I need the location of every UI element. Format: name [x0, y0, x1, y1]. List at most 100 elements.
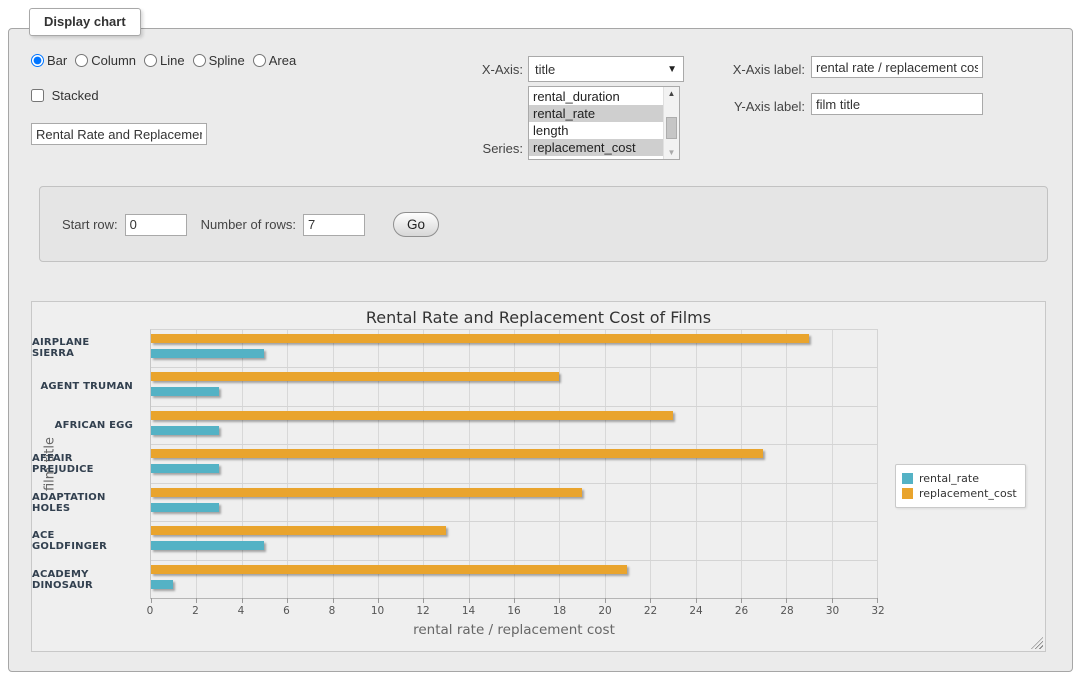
- bar-replacement_cost: [151, 526, 446, 535]
- series-option-replacement_cost[interactable]: replacement_cost: [529, 139, 663, 156]
- category-label: AFRICAN EGG: [32, 406, 142, 445]
- bar-group: [151, 445, 877, 483]
- x-tick-label: 8: [329, 605, 336, 617]
- chart-title: Rental Rate and Replacement Cost of Film…: [32, 308, 1045, 327]
- bar-rental_rate: [151, 580, 173, 589]
- x-tick-label: 6: [283, 605, 290, 617]
- y-axis-label-label: Y-Axis label:: [707, 99, 805, 114]
- series-option-rental_duration[interactable]: rental_duration: [529, 88, 663, 105]
- tick-mark: [605, 598, 606, 603]
- legend-item-rental_rate[interactable]: rental_rate: [902, 472, 1017, 485]
- series-listbox[interactable]: rental_durationrental_ratelengthreplacem…: [528, 86, 680, 160]
- x-tick-label: 14: [462, 605, 475, 617]
- bar-group: [151, 330, 877, 368]
- tick-mark: [378, 598, 379, 603]
- series-listbox-options: rental_durationrental_ratelengthreplacem…: [529, 87, 663, 159]
- category-label: AFFAIR PREJUDICE: [32, 445, 142, 484]
- bar-group: [151, 561, 877, 598]
- chart-type-area[interactable]: Area: [253, 53, 296, 68]
- scrollbar-thumb[interactable]: [666, 117, 677, 139]
- bar-replacement_cost: [151, 372, 559, 381]
- x-tick-label: 16: [507, 605, 520, 617]
- category-label: ADAPTATION HOLES: [32, 483, 142, 522]
- chart-type-radio-bar[interactable]: [31, 54, 44, 67]
- x-axis-label-input[interactable]: [811, 56, 983, 78]
- tick-mark: [151, 598, 152, 603]
- x-tick-label: 22: [644, 605, 657, 617]
- chart-type-group: Bar Column Line Spline Area: [31, 53, 304, 68]
- stacked-option: Stacked: [31, 88, 99, 103]
- x-tick-label: 2: [192, 605, 199, 617]
- tick-mark: [696, 598, 697, 603]
- scroll-up-icon[interactable]: ▲: [664, 89, 679, 98]
- bar-group: [151, 522, 877, 560]
- x-tick-label: 12: [416, 605, 429, 617]
- page: Display chart Bar Column Line Spline Area St…: [0, 0, 1081, 681]
- x-tick-label: 32: [871, 605, 884, 617]
- x-tick-label: 4: [238, 605, 245, 617]
- row-controls: Start row: Number of rows: Go: [62, 212, 439, 237]
- tick-mark: [877, 598, 878, 603]
- x-tick-label: 20: [598, 605, 611, 617]
- chevron-down-icon: ▼: [667, 64, 677, 75]
- chart-type-radio-column[interactable]: [75, 54, 88, 67]
- bar-rows: [151, 330, 877, 598]
- tick-mark: [786, 598, 787, 603]
- x-tick-label: 10: [371, 605, 384, 617]
- chart-type-spline[interactable]: Spline: [193, 53, 245, 68]
- x-axis-select-label: X-Axis:: [435, 62, 523, 77]
- tick-mark: [832, 598, 833, 603]
- number-of-rows-input[interactable]: [303, 214, 365, 236]
- tick-mark: [514, 598, 515, 603]
- tick-mark: [650, 598, 651, 603]
- series-label: Series:: [435, 141, 523, 156]
- bar-group: [151, 484, 877, 522]
- stacked-label[interactable]: Stacked: [31, 88, 99, 103]
- y-axis-label-input[interactable]: [811, 93, 983, 115]
- chart-type-radio-spline[interactable]: [193, 54, 206, 67]
- stacked-checkbox[interactable]: [31, 89, 44, 102]
- chart-type-radio-area[interactable]: [253, 54, 266, 67]
- scroll-down-icon[interactable]: ▼: [664, 148, 679, 157]
- tick-mark: [559, 598, 560, 603]
- tick-mark: [333, 598, 334, 603]
- go-button[interactable]: Go: [393, 212, 439, 237]
- x-axis-selected-value: title: [535, 62, 555, 77]
- tick-mark: [196, 598, 197, 603]
- bar-replacement_cost: [151, 411, 673, 420]
- bar-group: [151, 368, 877, 406]
- bar-rental_rate: [151, 503, 219, 512]
- x-axis-tick-labels: 02468101214161820222426283032: [150, 605, 878, 619]
- x-tick-label: 26: [735, 605, 748, 617]
- series-option-length[interactable]: length: [529, 122, 663, 139]
- category-label: AGENT TRUMAN: [32, 368, 142, 407]
- number-of-rows-label: Number of rows:: [201, 217, 296, 232]
- fieldset-legend: Display chart: [29, 8, 141, 36]
- legend-swatch: [902, 488, 913, 499]
- chart-type-bar[interactable]: Bar: [31, 53, 67, 68]
- legend-label: rental_rate: [919, 472, 979, 485]
- x-axis-select[interactable]: title ▼: [528, 56, 684, 82]
- display-chart-fieldset: Display chart BarColumnLineSplineArea St…: [8, 28, 1073, 672]
- bar-rental_rate: [151, 541, 264, 550]
- legend-item-replacement_cost[interactable]: replacement_cost: [902, 487, 1017, 500]
- resize-grip-icon[interactable]: [1031, 637, 1043, 649]
- tick-mark: [287, 598, 288, 603]
- bar-replacement_cost: [151, 449, 763, 458]
- chart-type-column[interactable]: Column: [75, 53, 136, 68]
- tick-mark: [423, 598, 424, 603]
- listbox-scrollbar[interactable]: ▲ ▼: [663, 87, 679, 159]
- start-row-input[interactable]: [125, 214, 187, 236]
- tick-mark: [741, 598, 742, 603]
- bar-replacement_cost: [151, 488, 582, 497]
- chart-title-input[interactable]: [31, 123, 207, 145]
- tick-mark: [469, 598, 470, 603]
- x-axis-label-label: X-Axis label:: [707, 62, 805, 77]
- chart-type-radio-line[interactable]: [144, 54, 157, 67]
- row-controls-panel: Start row: Number of rows: Go: [39, 186, 1048, 262]
- series-option-rental_rate[interactable]: rental_rate: [529, 105, 663, 122]
- legend-label: replacement_cost: [919, 487, 1017, 500]
- category-label: AIRPLANE SIERRA: [32, 329, 142, 368]
- category-label: ACE GOLDFINGER: [32, 522, 142, 561]
- chart-type-line[interactable]: Line: [144, 53, 185, 68]
